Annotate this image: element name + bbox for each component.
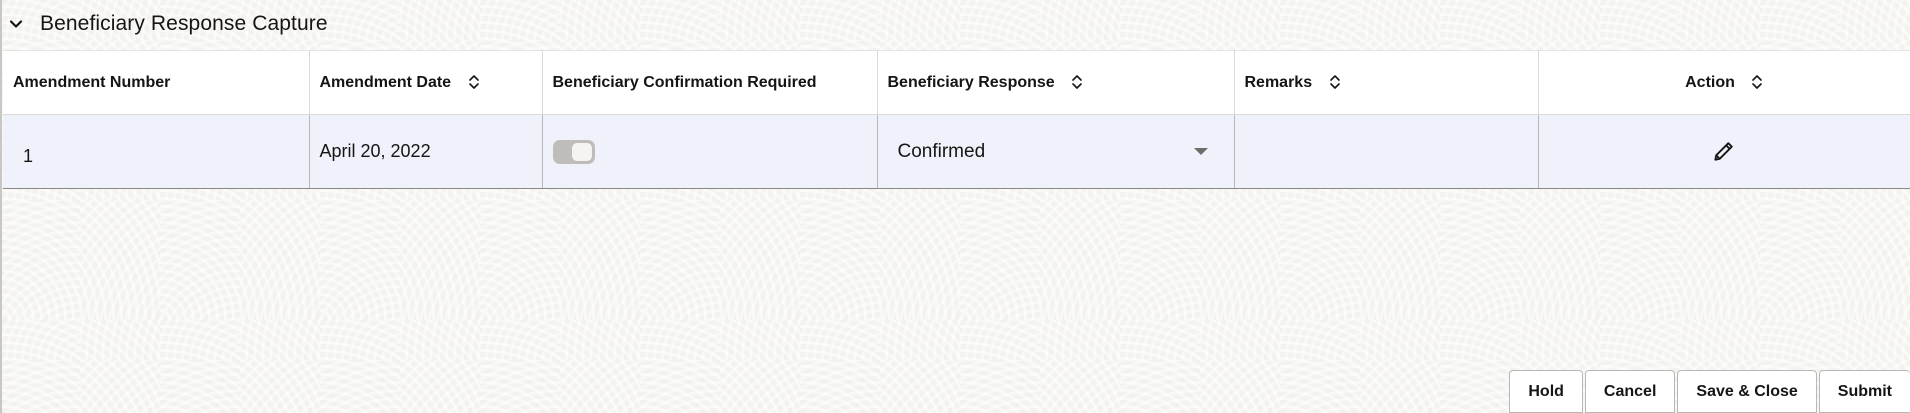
submit-button[interactable]: Submit	[1818, 370, 1910, 413]
column-header-remarks[interactable]: Remarks	[1234, 50, 1539, 115]
beneficiary-response-select[interactable]: Confirmed	[888, 132, 1234, 172]
section-header[interactable]: Beneficiary Response Capture	[4, 6, 328, 42]
column-header-beneficiary-response[interactable]: Beneficiary Response	[877, 50, 1235, 115]
sort-icon[interactable]	[1071, 74, 1083, 90]
table-row[interactable]: 1 April 20, 2022 Confirmed	[3, 114, 1910, 189]
hold-button[interactable]: Hold	[1509, 370, 1583, 413]
action-cell	[1538, 114, 1910, 189]
sort-icon[interactable]	[1751, 74, 1763, 90]
toggle-knob	[571, 142, 592, 161]
sort-icon[interactable]	[468, 74, 480, 90]
column-header-label: Beneficiary Confirmation Required	[552, 73, 817, 91]
caret-down-icon[interactable]	[1193, 148, 1208, 155]
left-border	[0, 0, 2, 413]
table-header-row: Amendment Number Amendment Date Benefici…	[3, 50, 1910, 115]
beneficiary-response-value: Confirmed	[897, 140, 986, 162]
column-header-label: Amendment Number	[13, 73, 171, 91]
sort-icon[interactable]	[1329, 74, 1341, 90]
column-header-label: Remarks	[1244, 73, 1313, 91]
remarks-cell[interactable]	[1234, 114, 1539, 189]
amendment-table: Amendment Number Amendment Date Benefici…	[3, 50, 1910, 189]
column-header-action[interactable]: Action	[1538, 50, 1910, 115]
amendment-number-cell: 1	[3, 114, 310, 189]
confirmation-required-cell	[542, 114, 878, 189]
column-header-amendment-date[interactable]: Amendment Date	[309, 50, 543, 115]
column-header-label: Action	[1685, 73, 1735, 91]
column-header-confirmation-required: Beneficiary Confirmation Required	[542, 50, 878, 115]
beneficiary-response-cell: Confirmed	[877, 114, 1235, 189]
cancel-button[interactable]: Cancel	[1584, 370, 1676, 413]
chevron-down-icon[interactable]	[4, 12, 28, 36]
confirmation-required-toggle[interactable]	[552, 139, 595, 164]
pencil-icon[interactable]	[1707, 134, 1741, 168]
column-header-label: Amendment Date	[319, 73, 452, 91]
amendment-date-cell: April 20, 2022	[309, 114, 543, 189]
save-close-button[interactable]: Save & Close	[1677, 370, 1817, 413]
column-header-amendment-number: Amendment Number	[3, 50, 310, 115]
footer-button-bar: Hold Cancel Save & Close Submit	[1509, 370, 1910, 413]
section-title: Beneficiary Response Capture	[40, 12, 328, 35]
column-header-label: Beneficiary Response	[887, 73, 1055, 91]
